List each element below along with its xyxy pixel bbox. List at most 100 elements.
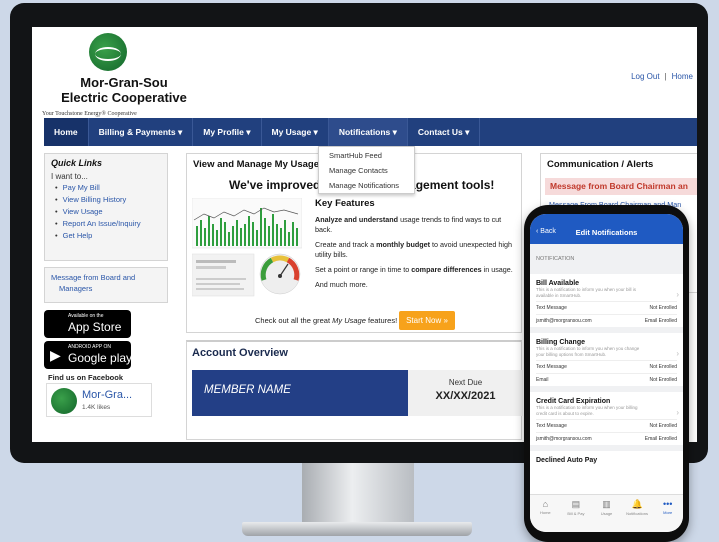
notif-row[interactable]: jsmith@morgransou.com Email Enrolled [536,314,677,327]
nav-my-usage[interactable]: My Usage ▾ [262,118,329,146]
logo-name-line2: Electric Cooperative [61,90,187,105]
cooperative-logo[interactable]: Mor-Gran-Sou Electric Cooperative Your T… [42,31,192,121]
logo-name: Mor-Gran-Sou Electric Cooperative [44,75,204,105]
quick-link-pay-bill[interactable]: Pay My Bill [55,183,167,192]
bell-icon: 🔔 [631,499,643,509]
notif-channel: Text Message [536,305,567,311]
main-nav: Home Billing & Payments ▾ My Profile ▾ M… [44,118,697,146]
tab-more[interactable]: ••• More [654,499,682,532]
notif-channel: jsmith@morgransou.com [536,436,592,442]
notif-group-declined-auto-pay[interactable]: Declined Auto Pay [530,451,683,464]
tab-label: More [663,510,673,515]
messages-panel: Message from Board and Managers [44,267,168,303]
usage-chart-icon: ▥ [602,499,611,509]
next-due-box: Next Due XX/XX/2021 [408,370,523,416]
tab-home[interactable]: ⌂ Home [531,499,559,532]
notif-channel: Email [536,377,549,383]
google-play-badge[interactable]: ▶ ANDROID APP ON Google play [44,341,133,369]
feature-budget: Create and track a monthly budget to avo… [315,240,515,260]
notif-channel: Text Message [536,364,567,370]
chevron-right-icon: › [676,290,679,299]
notif-row[interactable]: Email Not Enrolled [536,373,677,386]
notif-title: Billing Change [536,339,585,346]
tab-label: Usage [600,511,613,516]
communication-title: Communication / Alerts [547,159,654,170]
chevron-right-icon: › [676,349,679,358]
facebook-title: Find us on Facebook [48,373,124,382]
facebook-widget[interactable]: Mor-Gra... 1.4K likes [46,383,152,417]
notif-status: Email Enrolled [644,436,677,442]
nav-my-profile[interactable]: My Profile ▾ [193,118,262,146]
nav-notifications[interactable]: Notifications ▾ [328,118,408,146]
notif-group-bill-available[interactable]: Bill Available This is a notification to… [530,274,683,333]
phone-section-label: NOTIFICATION [530,244,683,274]
tab-bill-pay[interactable]: ▤ Bill & Pay [562,499,590,532]
phone-header: ‹ Back Edit Notifications [530,214,683,244]
phone-notch [576,205,625,213]
tab-notifications[interactable]: 🔔 Notifications [623,499,651,532]
tab-label: Bill & Pay [567,511,585,516]
alert-bar[interactable]: Message from Board Chairman an [545,178,697,195]
usage-preview-image [192,198,302,297]
message-board-link[interactable]: Message from Board and Managers [51,272,161,294]
phone-title: Edit Notifications [575,228,638,237]
notif-group-billing-change[interactable]: Billing Change This is a notification to… [530,333,683,392]
notif-desc: This is a notification to inform you whe… [536,405,638,416]
account-overview-title: Account Overview [192,347,288,359]
notif-channel: jsmith@morgransou.com [536,318,592,324]
quick-link-view-usage[interactable]: View Usage [55,207,167,216]
notif-row[interactable]: Text Message Not Enrolled [536,301,677,314]
feature-budget-pre: Create and track a [315,240,377,249]
quick-link-get-help[interactable]: Get Help [55,231,167,240]
nav-billing-payments[interactable]: Billing & Payments ▾ [89,118,194,146]
header-separator: | [664,72,667,81]
notif-row[interactable]: Text Message Not Enrolled [536,360,677,373]
key-features-title: Key Features [315,198,375,209]
notif-row[interactable]: Text Message Not Enrolled [536,419,677,432]
quick-link-billing-history[interactable]: View Billing History [55,195,167,204]
start-now-button[interactable]: Start Now » [399,311,455,330]
feature-compare-text: in usage. [481,265,513,274]
facebook-page-name[interactable]: Mor-Gra... [82,389,132,401]
logo-tagline: Your Touchstone Energy® Cooperative [42,111,137,117]
dropdown-item-smarthub-feed[interactable]: SmartHub Feed [319,147,414,162]
quick-links-title: Quick Links [51,158,103,168]
logout-link[interactable]: Log Out [631,72,659,81]
quick-links-panel: Quick Links I want to... Pay My Bill Vie… [44,153,168,261]
account-overview-panel: Account Overview MEMBER NAME Next Due XX… [186,340,523,440]
nav-contact-us[interactable]: Contact Us ▾ [408,118,481,146]
header-links: Log Out | Home [631,72,693,81]
phone-frame: ‹ Back Edit Notifications NOTIFICATION B… [524,205,689,542]
checkout-post: features! [365,316,398,325]
next-due-label: Next Due [448,378,483,387]
tab-usage[interactable]: ▥ Usage [592,499,620,532]
phone-screen: ‹ Back Edit Notifications NOTIFICATION B… [530,214,683,532]
globe-logo-icon [89,33,127,71]
dropdown-item-manage-contacts[interactable]: Manage Contacts [319,162,414,177]
quick-link-report-issue[interactable]: Report An Issue/Inquiry [55,219,167,228]
notif-desc: This is a notification to inform you whe… [536,287,637,298]
checkout-text: Check out all the great My Usage feature… [255,316,397,325]
google-play-small-text: ANDROID APP ON [68,344,111,350]
tab-label: Home [539,510,551,515]
notif-group-credit-card-expiration[interactable]: Credit Card Expiration This is a notific… [530,392,683,451]
feature-analyze: Analyze and understand usage trends to f… [315,215,515,235]
notif-status: Email Enrolled [644,318,677,324]
next-due-value: XX/XX/2021 [435,390,496,402]
member-name-banner: MEMBER NAME [192,370,408,416]
home-icon: ⌂ [542,499,549,509]
logo-name-line1: Mor-Gran-Sou [80,75,168,90]
dropdown-item-manage-notifications[interactable]: Manage Notifications [319,177,414,192]
facebook-page-logo-icon [51,388,77,414]
more-dots-icon: ••• [662,499,673,509]
home-link[interactable]: Home [672,72,693,81]
nav-home[interactable]: Home [44,118,89,146]
notif-row[interactable]: jsmith@morgransou.com Email Enrolled [536,432,677,445]
chevron-right-icon: › [676,408,679,417]
google-play-big-text: Google play [68,351,133,365]
notif-status: Not Enrolled [649,423,677,429]
app-store-badge[interactable]: Available on the App Store [44,310,131,338]
notif-channel: Text Message [536,423,567,429]
notif-title: Credit Card Expiration [536,398,611,405]
monitor-stand-neck [302,463,414,525]
